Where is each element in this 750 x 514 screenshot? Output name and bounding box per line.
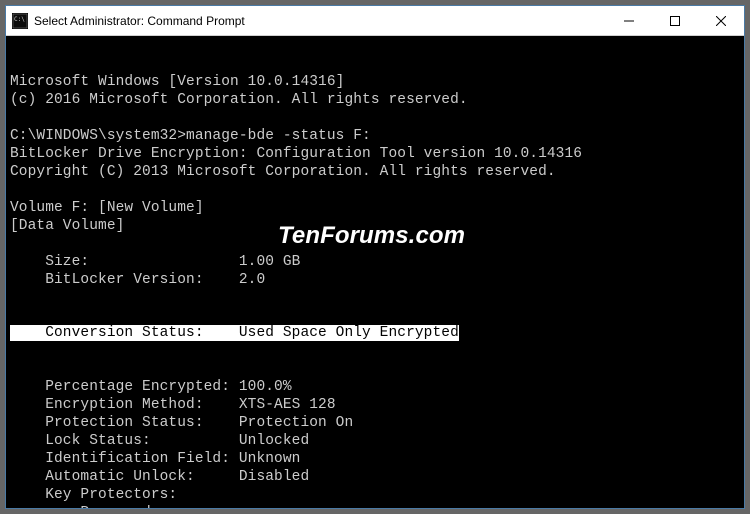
terminal-line: BitLocker Drive Encryption: Configuratio… <box>10 146 740 164</box>
terminal-line: Volume F: [New Volume] <box>10 200 740 218</box>
terminal-line <box>10 182 740 200</box>
terminal-line: Key Protectors: <box>10 487 740 505</box>
terminal-line: Size: 1.00 GB <box>10 254 740 272</box>
terminal-line <box>10 110 740 128</box>
terminal-line: Percentage Encrypted: 100.0% <box>10 379 740 397</box>
window-title: Select Administrator: Command Prompt <box>34 14 245 28</box>
window-controls <box>606 6 744 35</box>
minimize-button[interactable] <box>606 6 652 35</box>
terminal-content[interactable]: Microsoft Windows [Version 10.0.14316](c… <box>6 36 744 508</box>
terminal-line: Automatic Unlock: Disabled <box>10 469 740 487</box>
terminal-line: Microsoft Windows [Version 10.0.14316] <box>10 74 740 92</box>
cmd-icon: C:\ <box>12 13 28 29</box>
command-prompt-window: C:\ Select Administrator: Command Prompt… <box>5 5 745 509</box>
terminal-line: Identification Field: Unknown <box>10 451 740 469</box>
maximize-button[interactable] <box>652 6 698 35</box>
terminal-line: Copyright (C) 2013 Microsoft Corporation… <box>10 164 740 182</box>
svg-text:C:\: C:\ <box>14 16 25 23</box>
titlebar[interactable]: C:\ Select Administrator: Command Prompt <box>6 6 744 36</box>
terminal-line: Password <box>10 505 740 508</box>
terminal-line: BitLocker Version: 2.0 <box>10 272 740 290</box>
terminal-line: C:\WINDOWS\system32>manage-bde -status F… <box>10 128 740 146</box>
terminal-line <box>10 236 740 254</box>
terminal-line: Protection Status: Protection On <box>10 415 740 433</box>
terminal-line: Encryption Method: XTS-AES 128 <box>10 397 740 415</box>
terminal-line: (c) 2016 Microsoft Corporation. All righ… <box>10 92 740 110</box>
terminal-line: [Data Volume] <box>10 218 740 236</box>
close-button[interactable] <box>698 6 744 35</box>
terminal-line: Lock Status: Unlocked <box>10 433 740 451</box>
highlighted-output-line: Conversion Status: Used Space Only Encry… <box>10 325 459 341</box>
